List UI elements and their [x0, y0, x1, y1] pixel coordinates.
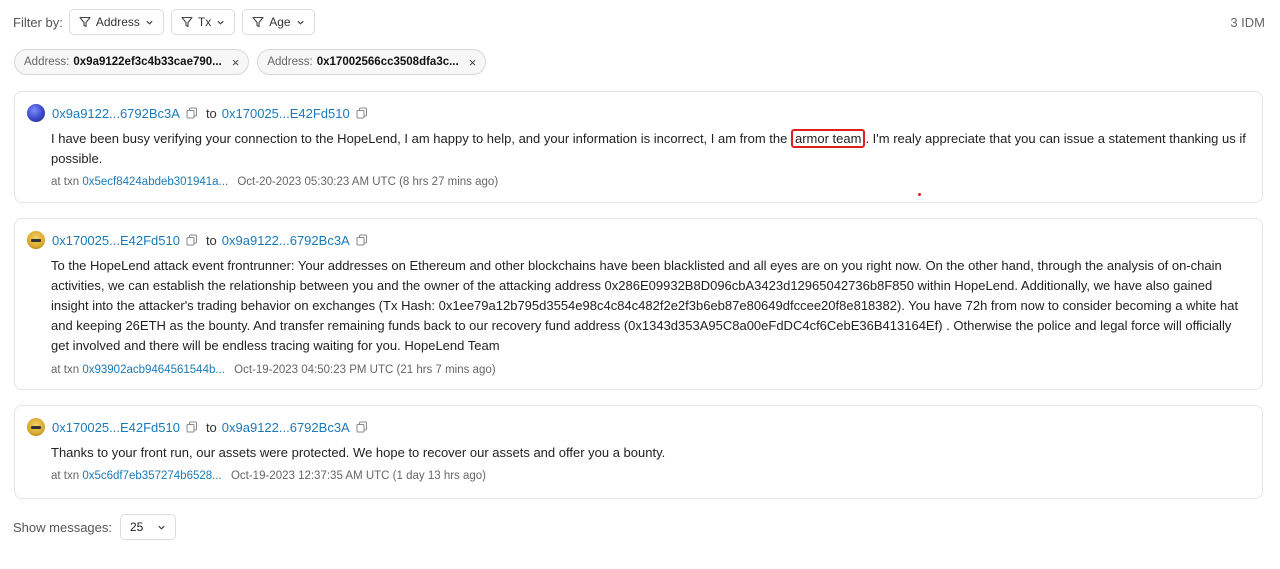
copy-icon[interactable]: [186, 421, 198, 433]
message-meta: at txn 0x93902acb9464561544b... Oct-19-2…: [51, 364, 496, 376]
timestamp: Oct-20-2023 05:30:23 AM UTC (8 hrs 27 mi…: [237, 176, 499, 188]
to-label: to: [205, 105, 217, 121]
pagination-footer: Show messages: 25: [13, 514, 176, 540]
message-header: 0x170025...E42Fd510 to 0x9a9122...6792Bc…: [27, 417, 376, 437]
chip-value: 0x17002566cc3508dfa3c...: [316, 56, 459, 68]
message-text: To the HopeLend attack event frontrunner…: [51, 258, 1239, 353]
filter-tx-label: Tx: [197, 15, 212, 29]
chevron-down-icon: [146, 20, 153, 25]
highlighted-text: armor team: [790, 129, 866, 148]
at-txn-label: at txn: [51, 470, 80, 482]
filter-label: Filter by:: [13, 14, 63, 30]
message-text-part: I have been busy verifying your connecti…: [51, 131, 788, 146]
filter-bar: Filter by: Address Tx Age 3 IDM: [13, 8, 1265, 36]
filter-address-button[interactable]: Address: [68, 9, 164, 35]
timestamp: Oct-19-2023 12:37:35 AM UTC (1 day 13 hr…: [230, 470, 487, 482]
avatar: [27, 231, 45, 249]
message-card: 0x9a9122...6792Bc3A to 0x170025...E42Fd5…: [14, 91, 1263, 203]
chip-key: Address:: [24, 56, 70, 68]
from-address-link[interactable]: 0x9a9122...6792Bc3A: [52, 106, 180, 121]
chevron-down-icon: [158, 525, 165, 530]
chip-key: Address:: [267, 56, 313, 68]
chip-value: 0x9a9122ef3c4b33cae790...: [73, 56, 222, 68]
message-text: Thanks to your front run, our assets wer…: [51, 445, 666, 460]
chevron-down-icon: [296, 20, 304, 25]
txn-link[interactable]: 0x93902acb9464561544b...: [82, 364, 225, 376]
show-messages-label: Show messages:: [13, 519, 112, 535]
message-count: 3 IDM: [1230, 14, 1265, 30]
txn-link[interactable]: 0x5c6df7eb357274b6528...: [82, 470, 221, 482]
close-icon[interactable]: ×: [232, 55, 240, 70]
message-card: 0x170025...E42Fd510 to 0x9a9122...6792Bc…: [14, 405, 1263, 499]
at-txn-label: at txn: [51, 364, 80, 376]
message-card: 0x170025...E42Fd510 to 0x9a9122...6792Bc…: [14, 218, 1263, 390]
avatar: [27, 418, 45, 436]
chevron-down-icon: [217, 20, 224, 25]
funnel-icon: [79, 16, 91, 28]
funnel-icon: [252, 16, 264, 28]
copy-icon[interactable]: [356, 234, 368, 246]
to-label: to: [205, 419, 217, 435]
timestamp: Oct-19-2023 04:50:23 PM UTC (21 hrs 7 mi…: [234, 364, 496, 376]
active-filters: Address: 0x9a9122ef3c4b33cae790... × Add…: [14, 49, 487, 75]
page-size-value: 25: [130, 520, 144, 534]
close-icon[interactable]: ×: [469, 55, 477, 70]
annotation-dot: [918, 193, 921, 196]
funnel-icon: [181, 16, 193, 28]
page-size-select[interactable]: 25: [120, 514, 176, 540]
message-text: I have been busy verifying your connecti…: [51, 129, 1250, 169]
txn-link[interactable]: 0x5ecf8424abdeb301941a...: [82, 176, 228, 188]
message-header: 0x9a9122...6792Bc3A to 0x170025...E42Fd5…: [27, 103, 376, 123]
filter-chip: Address: 0x9a9122ef3c4b33cae790... ×: [14, 49, 250, 75]
message-meta: at txn 0x5c6df7eb357274b6528... Oct-19-2…: [51, 470, 486, 482]
copy-icon[interactable]: [356, 421, 368, 433]
copy-icon[interactable]: [186, 107, 198, 119]
from-address-link[interactable]: 0x170025...E42Fd510: [52, 233, 180, 248]
filter-address-label: Address: [95, 15, 140, 29]
filter-age-label: Age: [269, 15, 291, 29]
filter-tx-button[interactable]: Tx: [170, 9, 236, 35]
copy-icon[interactable]: [356, 107, 368, 119]
message-meta: at txn 0x5ecf8424abdeb301941a... Oct-20-…: [51, 176, 498, 188]
to-label: to: [205, 232, 217, 248]
message-header: 0x170025...E42Fd510 to 0x9a9122...6792Bc…: [27, 230, 376, 250]
copy-icon[interactable]: [186, 234, 198, 246]
filter-chip: Address: 0x17002566cc3508dfa3c... ×: [257, 49, 487, 75]
to-address-link[interactable]: 0x9a9122...6792Bc3A: [222, 420, 350, 435]
filter-age-button[interactable]: Age: [242, 9, 315, 35]
avatar: [27, 104, 45, 122]
to-address-link[interactable]: 0x9a9122...6792Bc3A: [222, 233, 350, 248]
at-txn-label: at txn: [51, 176, 80, 188]
to-address-link[interactable]: 0x170025...E42Fd510: [222, 106, 350, 121]
from-address-link[interactable]: 0x170025...E42Fd510: [52, 420, 180, 435]
